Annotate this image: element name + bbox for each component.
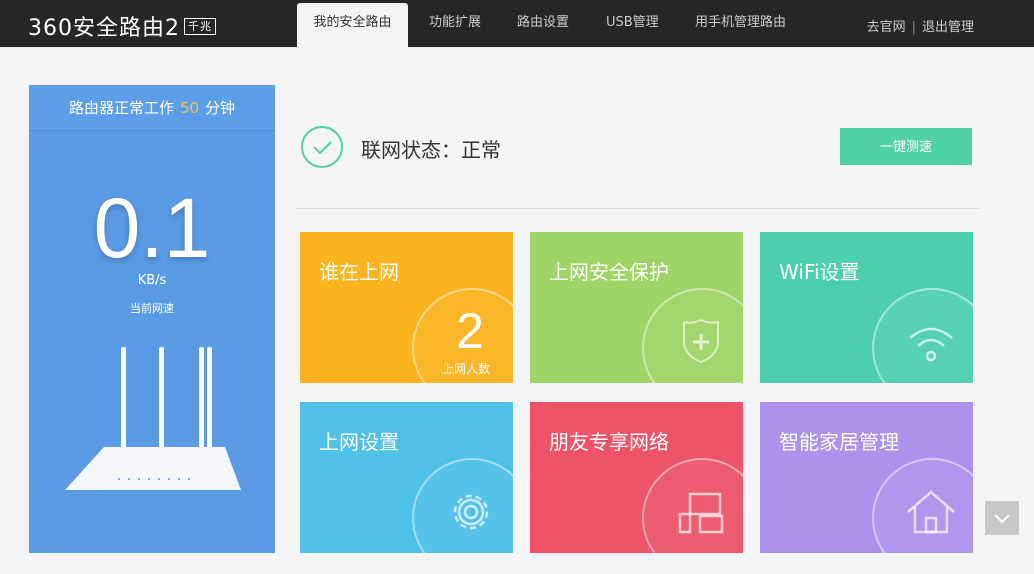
scroll-down-button[interactable]	[985, 501, 1019, 535]
tab-my-router[interactable]: 我的安全路由	[297, 3, 408, 47]
uptime-unit: 分钟	[205, 99, 236, 117]
online-count: 2	[456, 303, 484, 359]
router-illustration	[65, 347, 241, 490]
tab-usb[interactable]: USB管理	[606, 0, 659, 47]
speed-value: 0.1	[93, 181, 211, 275]
separator: |	[911, 20, 916, 35]
speed-unit: KB/s	[137, 273, 167, 288]
official-site-link[interactable]: 去官网	[867, 20, 906, 35]
divider	[295, 208, 980, 209]
speed-panel: 路由器正常工作 50 分钟 0.1 KB/s 当前网速	[29, 85, 275, 553]
tab-extensions[interactable]: 功能扩展	[429, 0, 481, 47]
tile-who-online[interactable]: 谁在上网 2 上网人数	[300, 232, 513, 383]
logo-text: 360安全路由2	[28, 16, 180, 41]
gear-icon	[453, 494, 489, 530]
logout-link[interactable]: 退出管理	[922, 20, 974, 35]
shield-plus-icon	[683, 318, 719, 364]
tab-router-settings[interactable]: 路由设置	[517, 0, 569, 47]
network-status: 联网状态：正常	[361, 138, 501, 162]
online-count-label: 上网人数	[442, 362, 491, 376]
tile-title: 朋友专享网络	[549, 430, 669, 454]
tile-internet-settings[interactable]: 上网设置	[300, 402, 513, 553]
tile-title: 上网安全保护	[549, 260, 669, 284]
tile-title: 谁在上网	[319, 260, 399, 284]
speed-test-button[interactable]: 一键测速	[840, 128, 972, 165]
uptime: 路由器正常工作 50 分钟	[29, 85, 275, 131]
tile-wifi[interactable]: WiFi设置	[760, 232, 973, 383]
uptime-value: 50	[179, 99, 200, 117]
top-bar: 360安全路由2 千兆 我的安全路由 功能扩展 路由设置 USB管理 用手机管理路…	[0, 0, 1034, 47]
tab-mobile[interactable]: 用手机管理路由	[695, 0, 786, 47]
tile-smart-home[interactable]: 智能家居管理	[760, 402, 973, 553]
devices-icon	[678, 492, 724, 534]
logo-badge: 千兆	[184, 17, 216, 35]
tile-title: WiFi设置	[779, 260, 860, 284]
home-icon	[907, 490, 955, 534]
tile-friend-network[interactable]: 朋友专享网络	[530, 402, 743, 553]
logo[interactable]: 360安全路由2 千兆	[28, 10, 216, 42]
tile-title: 上网设置	[319, 430, 399, 454]
uptime-label: 路由器正常工作	[68, 99, 174, 117]
tile-title: 智能家居管理	[779, 430, 899, 454]
chevron-down-icon	[994, 514, 1010, 524]
check-icon	[301, 126, 343, 168]
tile-security[interactable]: 上网安全保护	[530, 232, 743, 383]
wifi-icon	[909, 327, 953, 362]
speed-caption: 当前网速	[130, 302, 174, 315]
